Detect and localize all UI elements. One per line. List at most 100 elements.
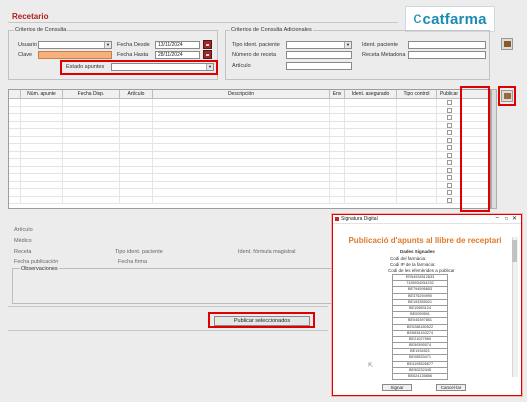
grid-cell	[63, 189, 120, 196]
publicar-checkbox[interactable]	[446, 137, 452, 143]
publicar-cell[interactable]	[437, 129, 462, 136]
close-icon[interactable]: ✕	[512, 215, 517, 224]
grid-cell	[330, 159, 345, 166]
grid-cell	[63, 174, 120, 181]
table-row[interactable]	[9, 136, 490, 144]
fecha-desde-input[interactable]: 13/11/2024	[155, 41, 200, 49]
chevron-down-icon[interactable]: ▼	[104, 42, 111, 48]
publicar-checkbox[interactable]	[446, 160, 452, 165]
publicar-checkbox[interactable]	[446, 190, 452, 195]
col-header[interactable]: Ident. asegurado	[345, 90, 397, 98]
dialog-scroll-thumb[interactable]	[512, 240, 517, 262]
col-header[interactable]: Fecha Disp.	[63, 90, 120, 98]
publicar-checkbox[interactable]	[446, 152, 452, 158]
export-icon[interactable]	[501, 38, 513, 50]
publicar-cell[interactable]	[437, 174, 462, 181]
publicar-checkbox[interactable]	[446, 182, 452, 188]
col-header[interactable]: Descripción	[153, 90, 330, 98]
grid-cell	[120, 106, 153, 113]
grid-cell	[21, 121, 63, 128]
table-row[interactable]	[9, 114, 490, 122]
col-header[interactable]: Núm. apunte	[21, 90, 63, 98]
grid-cell	[153, 174, 330, 181]
grid-scrollbar[interactable]	[491, 89, 497, 209]
publicar-cell[interactable]	[437, 121, 462, 128]
bottom-divider	[8, 330, 328, 331]
publicar-checkbox[interactable]	[446, 130, 452, 135]
grid-cell	[120, 136, 153, 143]
grid-cell	[9, 189, 21, 196]
grid-cell	[330, 129, 345, 136]
minimize-icon[interactable]: –	[496, 214, 499, 223]
grid-cell	[9, 106, 21, 113]
table-row[interactable]	[9, 106, 490, 114]
grid-cell	[330, 121, 345, 128]
publicar-checkbox[interactable]	[446, 197, 452, 203]
table-row[interactable]	[9, 144, 490, 152]
publicar-cell[interactable]	[437, 114, 462, 121]
articulo-input[interactable]	[286, 62, 352, 70]
col-header[interactable]: Tipo control	[397, 90, 437, 98]
grid-cell	[9, 121, 21, 128]
clave-field[interactable]	[38, 51, 112, 59]
grid-cell	[9, 196, 21, 203]
calendar-icon[interactable]	[203, 40, 212, 49]
detail-fecha-publicacion: Fecha publicación	[14, 259, 59, 265]
cancelar-button[interactable]: Cancel·lar	[436, 384, 466, 391]
calendar-icon[interactable]	[203, 50, 212, 59]
ident-paciente-input[interactable]	[408, 41, 486, 49]
grid-cell	[21, 129, 63, 136]
maximize-icon[interactable]: □	[505, 215, 508, 224]
grid-cell	[153, 121, 330, 128]
publicar-checkbox[interactable]	[446, 115, 452, 120]
col-header[interactable]: Publicar	[437, 90, 462, 98]
grid-cell	[9, 159, 21, 166]
publicar-cell[interactable]	[437, 144, 462, 151]
table-row[interactable]	[9, 189, 490, 197]
table-row[interactable]	[9, 174, 490, 182]
col-header[interactable]: Env	[330, 90, 345, 98]
publicar-cell[interactable]	[437, 181, 462, 188]
grid-cell	[345, 166, 397, 173]
publicar-cell[interactable]	[437, 99, 462, 106]
publicar-checkbox[interactable]	[446, 100, 452, 105]
publicar-cell[interactable]	[437, 151, 462, 158]
publicar-cell[interactable]	[437, 166, 462, 173]
grid-cell	[330, 136, 345, 143]
publicar-cell[interactable]	[437, 159, 462, 166]
grid-cell	[63, 181, 120, 188]
publicar-cell[interactable]	[437, 189, 462, 196]
table-row[interactable]	[9, 99, 490, 107]
col-header[interactable]: Artículo	[120, 90, 153, 98]
numero-receta-input[interactable]	[286, 51, 352, 59]
publicar-checkbox[interactable]	[446, 175, 452, 180]
tipo-ident-select[interactable]: ▼	[286, 41, 352, 49]
publicar-checkbox[interactable]	[446, 122, 452, 128]
grid-cell	[153, 144, 330, 151]
signar-button[interactable]: Signar	[382, 384, 412, 391]
fecha-hasta-input[interactable]: 28/11/2024	[155, 51, 200, 59]
tipo-ident-label: Tipo ident. paciente	[232, 42, 280, 48]
detail-articulo: Artículo	[14, 227, 33, 233]
grid-cell	[120, 181, 153, 188]
receta-metadona-input[interactable]	[408, 51, 486, 59]
table-row[interactable]	[9, 166, 490, 174]
detail-fecha-firma: Fecha firma	[118, 259, 148, 265]
grid-cell	[345, 174, 397, 181]
publicar-cell[interactable]	[437, 196, 462, 203]
chevron-down-icon[interactable]: ▼	[344, 42, 351, 48]
grid-cell	[345, 196, 397, 203]
table-row[interactable]	[9, 159, 490, 167]
table-row[interactable]	[9, 129, 490, 137]
publicar-checkbox[interactable]	[446, 107, 452, 113]
publicar-checkbox[interactable]	[446, 145, 452, 150]
table-row[interactable]	[9, 181, 490, 189]
publicar-cell[interactable]	[437, 136, 462, 143]
publicar-checkbox[interactable]	[446, 167, 452, 173]
table-row[interactable]	[9, 151, 490, 159]
articulo-label: Artículo	[232, 63, 251, 69]
publicar-cell[interactable]	[437, 106, 462, 113]
table-row[interactable]	[9, 121, 490, 129]
usuario-select[interactable]: ▼	[38, 41, 112, 49]
table-row[interactable]	[9, 196, 490, 204]
